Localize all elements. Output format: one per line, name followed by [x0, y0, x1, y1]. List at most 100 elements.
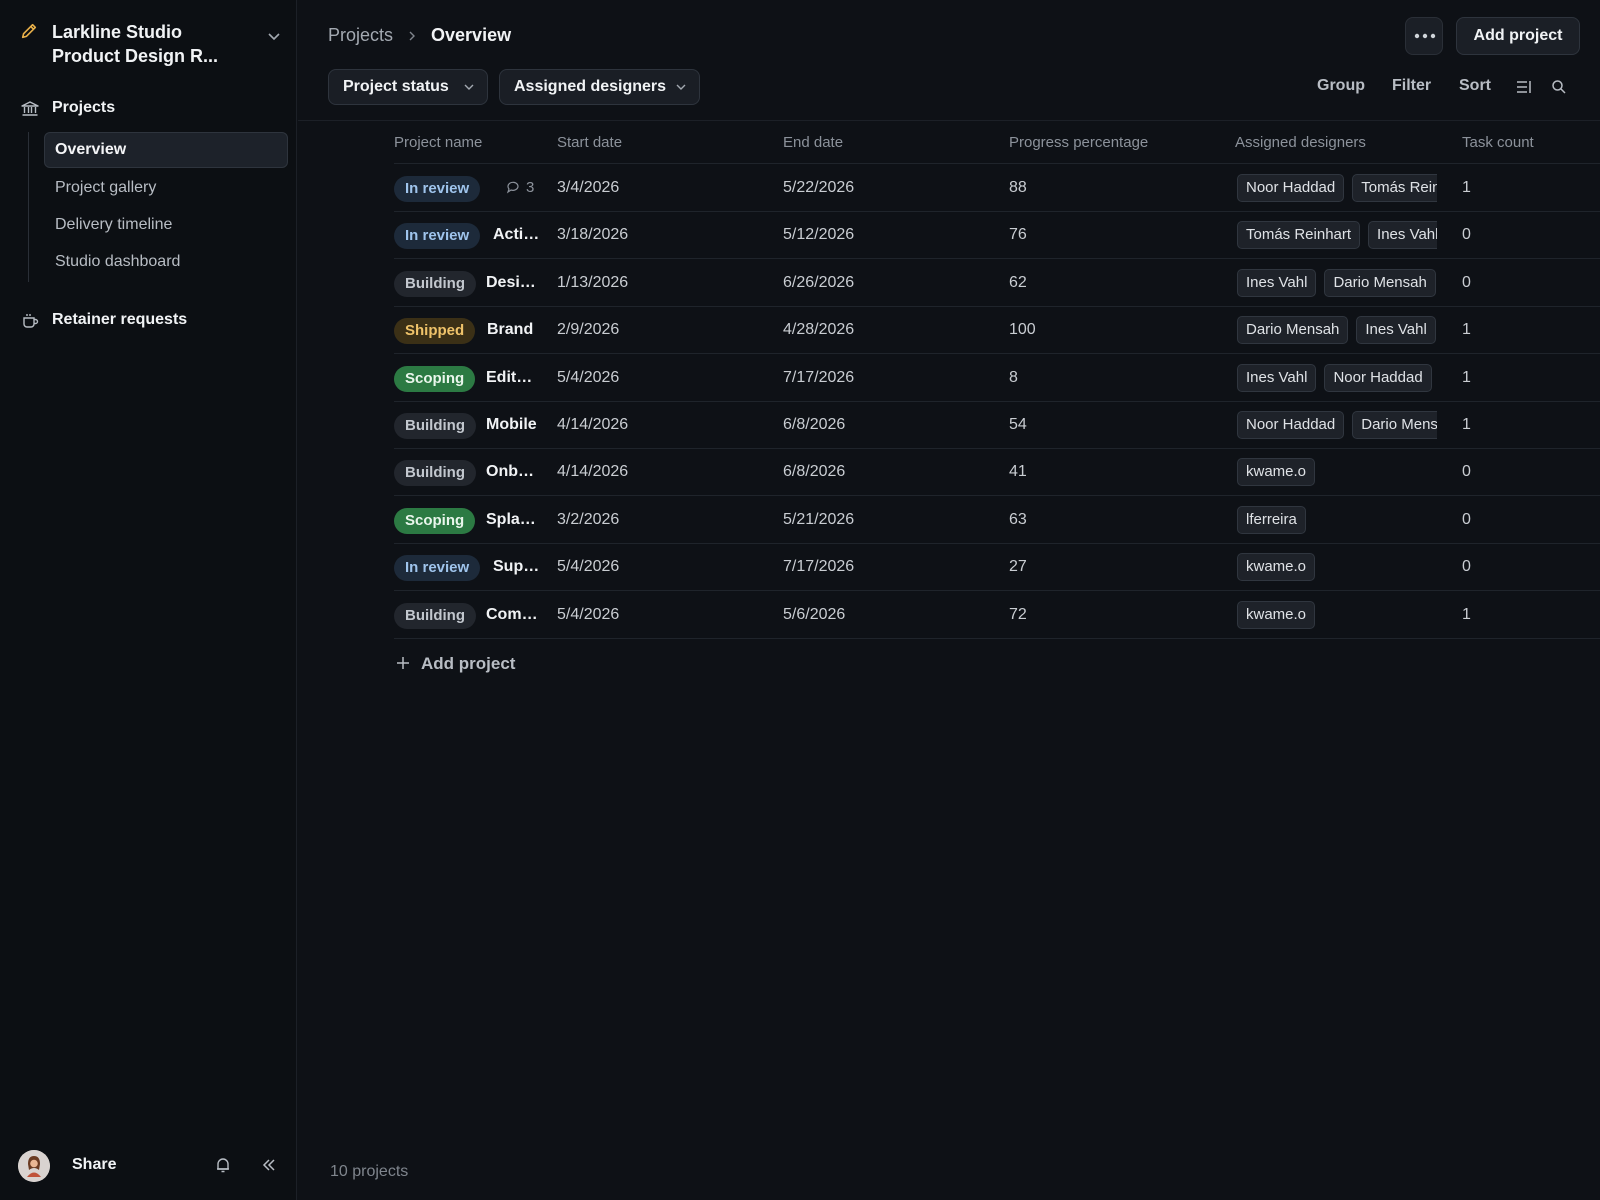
designer-tags: kwame.o [1237, 553, 1437, 583]
sidebar: Larkline Studio Product Design R... Proj… [0, 0, 297, 1200]
designer-tags: Noor HaddadTomás Reinhart [1237, 174, 1437, 204]
project-name[interactable]: Activation [493, 226, 545, 244]
start-date: 4/14/2026 [557, 416, 629, 433]
status-badge[interactable]: In review [394, 176, 481, 202]
sidebar-section-projects[interactable]: Projects [20, 97, 290, 123]
designer-tag[interactable]: kwame.o [1237, 458, 1316, 487]
column-header-task-count[interactable]: Task count [1462, 134, 1534, 151]
project-name[interactable]: Mobile [486, 416, 538, 434]
add-project-button[interactable]: Add project [1456, 17, 1580, 55]
column-header-start-date[interactable]: Start date [557, 134, 622, 151]
status-badge[interactable]: Scoping [394, 365, 476, 392]
project-name[interactable]: Commerce [486, 606, 538, 624]
columns-icon[interactable] [1515, 78, 1533, 96]
status-badge[interactable]: Building [394, 602, 476, 629]
plus-icon [397, 657, 409, 669]
comment-count[interactable]: 3 [506, 179, 534, 196]
status-badge[interactable]: In review [394, 223, 481, 250]
table-header: Project name Start date End date Progres… [394, 122, 1600, 164]
search-icon[interactable] [1550, 78, 1568, 96]
table-row[interactable]: In review 3 3/4/2026 5/22/2026 88 Noor Haddad… [394, 165, 1600, 212]
status-badge[interactable]: Scoping [394, 507, 476, 534]
table-row[interactable]: Shipped Brand 2/9/2026 4/28/2026 100 Dario Me… [394, 307, 1600, 355]
task-count: 1 [1462, 368, 1471, 386]
column-header-end-date[interactable]: End date [783, 134, 843, 151]
assigned-designers-filter[interactable]: Assigned designers [499, 69, 700, 105]
table-row[interactable]: Building Design 1/13/2026 6/26/2026 62 Ines V… [394, 260, 1600, 307]
status-badge[interactable]: Building [394, 460, 476, 487]
avatar[interactable] [18, 1150, 50, 1182]
breadcrumb-parent[interactable]: Projects [328, 25, 393, 45]
start-date: 5/4/2026 [557, 605, 620, 623]
bell-icon[interactable] [214, 1156, 232, 1174]
group-button[interactable]: Group [1317, 77, 1365, 95]
sidebar-section-retainer-requests[interactable]: Retainer requests [20, 309, 290, 335]
sidebar-item-overview[interactable]: Overview [44, 132, 288, 168]
project-name[interactable]: Brand [487, 321, 539, 339]
table-row[interactable]: In review Support 5/4/2026 7/17/2026 27 kwame… [394, 544, 1600, 592]
designer-tags: Ines Vahl Dario Mensah [1237, 268, 1437, 299]
project-name[interactable]: Design [486, 274, 538, 292]
designer-tag[interactable]: Dario Mensah [1324, 268, 1436, 297]
designer-tag[interactable]: Noor Haddad [1237, 411, 1345, 439]
sort-button[interactable]: Sort [1459, 77, 1491, 95]
table-row[interactable]: Scoping Editorial 5/4/2026 7/17/2026 8 Ines V… [394, 355, 1600, 402]
share-button[interactable]: Share [72, 1156, 116, 1174]
designer-tag[interactable]: Ines Vahl [1356, 316, 1436, 345]
task-count: 0 [1462, 463, 1471, 481]
task-count: 0 [1462, 510, 1471, 528]
column-header-project-name[interactable]: Project name [394, 134, 482, 151]
project-status-filter[interactable]: Project status [328, 69, 488, 105]
progress-value: 27 [1009, 558, 1027, 576]
status-badge[interactable]: Building [394, 270, 476, 297]
progress-value: 62 [1009, 273, 1027, 291]
sidebar-item-project-gallery[interactable]: Project gallery [44, 170, 288, 206]
designer-tag[interactable]: Dario Mensah [1352, 411, 1437, 439]
status-badge[interactable]: Building [394, 413, 476, 439]
designer-tag[interactable]: kwame.o [1237, 553, 1316, 582]
projects-subnav: Overview Project gallery Delivery timeli… [28, 132, 290, 282]
column-header-progress[interactable]: Progress percentage [1009, 134, 1148, 151]
column-header-assigned-designers[interactable]: Assigned designers [1235, 134, 1366, 151]
designer-tag[interactable]: Noor Haddad [1237, 174, 1345, 202]
more-options-button[interactable] [1405, 17, 1443, 55]
designer-tag[interactable]: Tomás Reinhart [1237, 221, 1361, 250]
status-badge[interactable]: In review [394, 555, 481, 582]
table-row[interactable]: Building Onboarding 4/14/2026 6/8/2026 41 kwa… [394, 449, 1600, 497]
chevron-right-icon [409, 31, 416, 41]
table-row[interactable]: Building Mobile 4/14/2026 6/8/2026 54 Noor Ha… [394, 402, 1600, 449]
filter-button[interactable]: Filter [1392, 77, 1431, 95]
project-name[interactable]: Support [493, 558, 545, 576]
designer-tag[interactable]: lferreira [1237, 505, 1306, 534]
collapse-sidebar-icon[interactable] [260, 1156, 278, 1174]
designer-tag[interactable]: Ines Vahl [1368, 221, 1437, 250]
breadcrumb-current: Overview [431, 25, 512, 45]
end-date: 5/12/2026 [783, 226, 855, 244]
table-row[interactable]: Scoping Splash 3/2/2026 5/21/2026 63 lferreir… [394, 497, 1600, 544]
end-date: 5/22/2026 [783, 179, 855, 196]
status-badge[interactable]: Shipped [394, 318, 476, 345]
sidebar-item-studio-dashboard[interactable]: Studio dashboard [44, 244, 288, 280]
workspace-switcher[interactable]: Larkline Studio Product Design R... [18, 20, 288, 70]
more-horizontal-icon [1414, 33, 1436, 39]
chevron-down-icon[interactable] [266, 28, 282, 44]
designer-tag[interactable]: Noor Haddad [1324, 363, 1432, 392]
sidebar-item-delivery-timeline[interactable]: Delivery timeline [44, 207, 288, 243]
progress-value: 63 [1009, 510, 1027, 528]
project-name[interactable]: Splash [486, 511, 538, 529]
start-date: 1/13/2026 [557, 273, 629, 291]
project-name[interactable]: Onboarding [486, 463, 538, 481]
table-row[interactable]: Building Commerce 5/4/2026 5/6/2026 72 kwame.… [394, 592, 1600, 639]
designer-tag[interactable]: Dario Mensah [1237, 316, 1349, 345]
workspace-name-line1: Larkline Studio [52, 22, 183, 42]
comment-icon [506, 181, 519, 194]
designer-tag[interactable]: Ines Vahl [1237, 363, 1317, 392]
project-name[interactable]: Editorial [486, 369, 538, 387]
designer-tag[interactable]: Tomás Reinhart [1352, 174, 1437, 202]
table-row[interactable]: In review Activation 3/18/2026 5/12/2026 76 T… [394, 212, 1600, 260]
avatar-image [18, 1150, 50, 1182]
progress-value: 100 [1009, 321, 1036, 339]
designer-tag[interactable]: kwame.o [1237, 600, 1316, 629]
designer-tag[interactable]: Ines Vahl [1237, 268, 1317, 297]
filter-label: Project status [343, 78, 449, 95]
